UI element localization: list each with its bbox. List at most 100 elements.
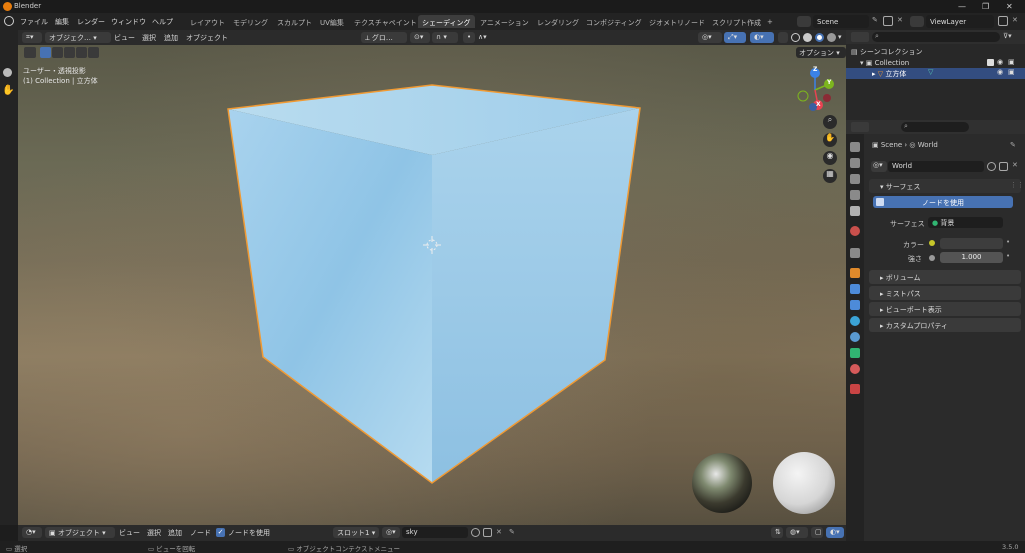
shader-editor-type-icon[interactable]: ◔▾ xyxy=(22,527,42,538)
pan-hand-icon[interactable]: ✋ xyxy=(823,133,837,147)
tab-collection-icon[interactable] xyxy=(850,248,860,258)
node-gizmo-icon[interactable]: ◐▾ xyxy=(826,527,844,538)
properties-search-input[interactable]: ⌕ xyxy=(901,122,969,132)
world-name-field[interactable]: sky xyxy=(402,527,468,538)
strength-value-field[interactable]: 1.000 xyxy=(940,252,1003,263)
delete-view-layer-icon[interactable]: ✕ xyxy=(1012,16,1018,24)
shader-menu-add[interactable]: 追加 xyxy=(168,528,182,538)
menu-help[interactable]: ヘルプ xyxy=(152,17,173,27)
outliner-filter-icon[interactable]: ⊽▾ xyxy=(1003,32,1012,40)
use-nodes-button[interactable]: ノードを使用 xyxy=(873,196,1013,208)
menu-edit[interactable]: 編集 xyxy=(55,17,69,27)
camera-view-icon[interactable]: ◉ xyxy=(823,151,837,165)
tab-physics-icon[interactable] xyxy=(850,316,860,326)
custom-properties-panel-header[interactable]: ▸ カスタムプロパティ xyxy=(869,318,1021,332)
menu-file[interactable]: ファイル xyxy=(20,17,48,27)
tab-scripting[interactable]: スクリプト作成 xyxy=(708,15,765,28)
color-socket-icon[interactable] xyxy=(929,240,935,246)
surface-drag-handle-icon[interactable]: ⋮⋮ xyxy=(1010,181,1024,189)
unlink-world-icon[interactable]: ✕ xyxy=(496,528,502,536)
tab-compositing[interactable]: コンポジティング xyxy=(582,15,646,28)
tab-view-layer-icon[interactable] xyxy=(850,190,860,200)
new-scene-icon[interactable] xyxy=(883,16,893,26)
close-icon[interactable]: ✕ xyxy=(1006,2,1013,11)
object-camera-icon[interactable]: ▣ xyxy=(1008,68,1015,76)
pivot-icon[interactable]: ⊙▾ xyxy=(410,32,430,43)
viewport-display-panel-header[interactable]: ▸ ビューポート表示 xyxy=(869,302,1021,316)
proportional-edit-icon[interactable]: • xyxy=(463,32,475,43)
world-unlink-icon[interactable]: ✕ xyxy=(1012,161,1018,169)
blender-menu-icon[interactable] xyxy=(4,16,14,26)
shader-menu-node[interactable]: ノード xyxy=(190,528,211,538)
world-fake-user-icon[interactable] xyxy=(987,162,996,171)
shader-menu-select[interactable]: 選択 xyxy=(147,528,161,538)
maximize-icon[interactable]: ❐ xyxy=(982,2,989,11)
options-dropdown[interactable]: オプション ▾ xyxy=(796,47,846,58)
select-box-icon[interactable] xyxy=(40,47,51,58)
new-world-icon[interactable] xyxy=(483,528,492,537)
collection-exclude-checkbox[interactable] xyxy=(987,59,994,66)
tab-data-icon[interactable] xyxy=(850,348,860,358)
world-browse-dropdown[interactable]: ◎▾ xyxy=(871,161,887,172)
tab-world-icon[interactable] xyxy=(850,226,860,236)
strength-keyframe-icon[interactable]: • xyxy=(1006,252,1010,260)
tab-layout[interactable]: レイアウト xyxy=(186,15,229,28)
zoom-icon[interactable]: ⌕ xyxy=(823,115,837,129)
visibility-icon[interactable]: ◎▾ xyxy=(698,32,722,43)
menu-window[interactable]: ウィンドウ xyxy=(111,17,146,27)
outliner-collection[interactable]: ▾ ▣ Collection xyxy=(860,59,909,67)
menu-select[interactable]: 選択 xyxy=(142,33,156,43)
tab-modifier-icon[interactable] xyxy=(850,284,860,294)
overlay-toggle-icon[interactable]: ◐▾ xyxy=(750,32,774,43)
editor-type-icon[interactable]: ⌗▾ xyxy=(22,32,42,43)
pin-icon[interactable]: ✎ xyxy=(872,16,878,24)
shader-menu-view[interactable]: ビュー xyxy=(119,528,140,538)
collection-camera-icon[interactable]: ▣ xyxy=(1008,58,1015,66)
gizmo-toggle-icon[interactable]: ⤢▾ xyxy=(724,32,746,43)
world-browse-icon[interactable]: ◎▾ xyxy=(382,527,400,538)
select-extend-icon[interactable] xyxy=(52,47,63,58)
shading-rendered-icon[interactable] xyxy=(827,33,836,42)
xray-icon[interactable] xyxy=(778,32,788,43)
world-datablock-field[interactable]: World xyxy=(888,161,984,172)
color-swatch[interactable] xyxy=(940,238,1003,249)
tab-material-icon[interactable] xyxy=(850,364,860,374)
shading-options-icon[interactable]: ▾ xyxy=(838,33,842,41)
shading-solid-icon[interactable] xyxy=(803,33,812,42)
snap-icon[interactable]: ∩ ▾ xyxy=(432,32,458,43)
select-subtract-icon[interactable] xyxy=(64,47,75,58)
menu-add[interactable]: 追加 xyxy=(164,33,178,43)
cursor-tool-icon[interactable] xyxy=(24,47,36,58)
fake-user-icon[interactable] xyxy=(471,528,480,537)
strength-socket-icon[interactable] xyxy=(929,255,935,261)
view-layer-field[interactable]: ViewLayer xyxy=(926,15,994,28)
tab-modeling[interactable]: モデリング xyxy=(229,15,272,28)
tab-sculpt[interactable]: スカルプト xyxy=(273,15,316,28)
shader-mode-dropdown[interactable]: ▣ オブジェクト ▾ xyxy=(45,527,115,538)
object-visibility-eye-icon[interactable]: ◉ xyxy=(997,68,1003,76)
node-snap-icon[interactable]: ⇅ xyxy=(771,527,783,538)
hand-tool-icon[interactable]: ✋ xyxy=(2,85,14,96)
tab-render-icon[interactable] xyxy=(850,158,860,168)
outliner-scene-collection[interactable]: ▤ シーンコレクション xyxy=(851,47,923,57)
shading-wireframe-icon[interactable] xyxy=(791,33,800,42)
menu-render[interactable]: レンダー xyxy=(77,17,105,27)
outliner-editor-type-icon[interactable] xyxy=(851,32,869,42)
tab-texture-icon[interactable] xyxy=(850,384,860,394)
falloff-icon[interactable]: ∧▾ xyxy=(478,33,487,41)
tab-shading[interactable]: シェーディング xyxy=(418,15,475,28)
mist-panel-header[interactable]: ▸ ミストパス xyxy=(869,286,1021,300)
tab-constraints-icon[interactable] xyxy=(850,332,860,342)
node-overlay-icon[interactable]: ◍▾ xyxy=(786,527,808,538)
scene-selector-icon[interactable] xyxy=(797,16,811,27)
grid-toggle-icon[interactable]: ▦ xyxy=(823,169,837,183)
new-view-layer-icon[interactable] xyxy=(998,16,1008,26)
outliner-search-input[interactable]: ⌕ xyxy=(872,32,1000,42)
shading-material-icon[interactable] xyxy=(815,33,824,42)
tab-particles-icon[interactable] xyxy=(850,300,860,310)
tab-animation[interactable]: アニメーション xyxy=(476,15,533,28)
menu-view[interactable]: ビュー xyxy=(114,33,135,43)
delete-scene-icon[interactable]: ✕ xyxy=(897,16,903,24)
transform-orientation-dropdown[interactable]: ⟂ グロ… xyxy=(361,32,407,43)
properties-editor-type-icon[interactable] xyxy=(851,122,869,132)
